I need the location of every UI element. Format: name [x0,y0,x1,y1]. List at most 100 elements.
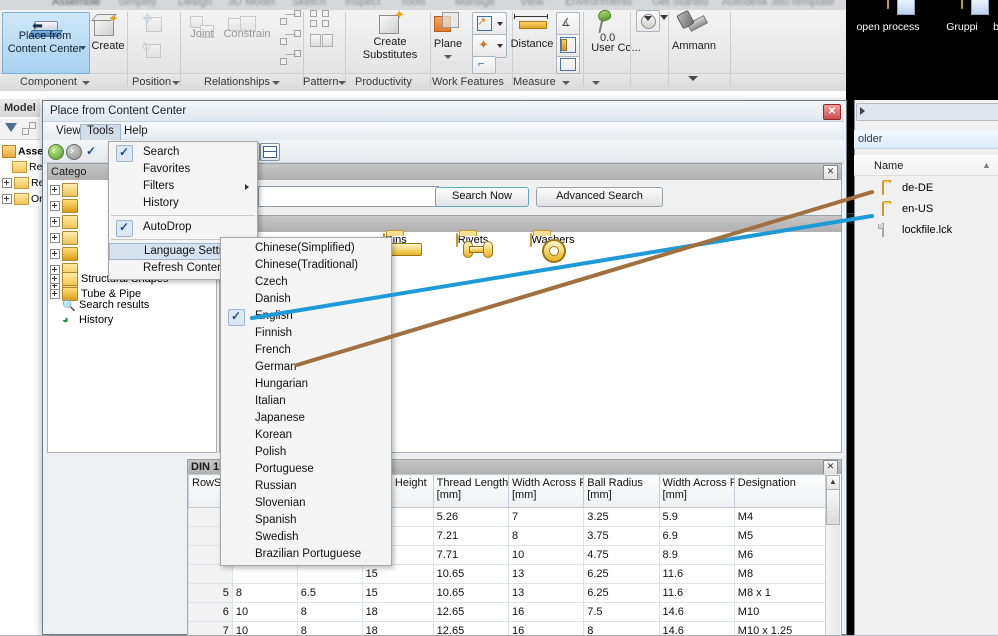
table-cell[interactable]: 14.6 [659,603,734,622]
table-cell[interactable]: 13 [508,565,583,584]
area-measure-button[interactable] [556,34,580,58]
language-option-czech[interactable]: Czech [221,274,391,291]
item-tile-washers[interactable]: Washers [512,234,592,246]
chevron-down-icon[interactable] [660,15,668,20]
table-cell[interactable]: 18 [362,603,433,622]
table-cell[interactable]: 16 [508,622,583,636]
expand-icon[interactable] [50,185,60,195]
table-cell[interactable]: 6.25 [584,584,659,603]
ucs-button[interactable]: ⌐ [472,56,496,74]
table-cell[interactable]: 7.5 [584,603,659,622]
expand-icon[interactable] [50,201,60,211]
table-cell[interactable]: 13 [508,584,583,603]
tab-view[interactable]: View [520,0,544,8]
language-option-hungarian[interactable]: Hungarian [221,376,391,393]
tree-item-origin[interactable]: Or [2,193,43,205]
check-icon[interactable]: ✓ [86,144,96,158]
table-row[interactable]: 71081812.6516814.6M10 x 1.25 [189,622,829,636]
table-cell[interactable]: 3.25 [584,508,659,527]
menu-item-favorites[interactable]: Favorites [109,161,257,178]
volume-measure-button[interactable] [556,56,580,74]
language-option-russian[interactable]: Russian [221,478,391,495]
expand-icon[interactable] [50,289,60,299]
expand-icon[interactable] [2,178,12,188]
language-option-korean[interactable]: Korean [221,427,391,444]
category-item-history[interactable]: ◕History [62,314,113,326]
table-cell[interactable]: 11.6 [659,584,734,603]
chevron-down-icon[interactable] [172,81,180,85]
table-cell[interactable]: M5 [734,527,828,546]
table-cell[interactable]: 15 [362,565,433,584]
table-cell[interactable]: 10.65 [433,584,508,603]
chevron-down-icon[interactable] [592,81,600,85]
table-cell[interactable]: 12.65 [433,622,508,636]
table-row[interactable]: 1510.65136.2511.6M8 [189,565,829,584]
language-option-french[interactable]: French [221,342,391,359]
chevron-down-icon[interactable] [338,81,346,85]
back-icon[interactable]: ‹ [48,144,64,160]
category-item[interactable] [50,183,81,197]
table-cell[interactable]: M6 [734,546,828,565]
expand-icon[interactable] [2,194,12,204]
tab-manage[interactable]: Manage [455,0,495,8]
menu-item-filters[interactable]: Filters [109,178,257,195]
expand-icon[interactable] [50,217,60,227]
point-button[interactable]: ✦ [472,34,496,58]
table-cell[interactable]: 7 [508,508,583,527]
table-column-header[interactable]: Ball Radius[mm] [584,475,659,508]
table-cell[interactable]: 18 [362,622,433,636]
table-cell[interactable]: 5.26 [433,508,508,527]
language-option-danish[interactable]: Danish [221,291,391,308]
search-now-button[interactable]: Search Now [435,187,529,207]
table-cell[interactable]: M10 x 1.25 [734,622,828,636]
point-dropdown[interactable] [495,34,507,58]
scroll-up-icon[interactable]: ▲ [826,475,840,490]
table-cell[interactable]: 5.9 [659,508,734,527]
language-option-spanish[interactable]: Spanish [221,512,391,529]
language-option-slovenian[interactable]: Slovenian [221,495,391,512]
category-item-search-results[interactable]: 🔍Search results [62,299,149,311]
table-cell[interactable]: 11.6 [659,565,734,584]
table-cell[interactable]: 8.9 [659,546,734,565]
table-cell[interactable]: 8 [584,622,659,636]
distance-label[interactable]: Distance [508,38,556,50]
forward-icon[interactable]: › [66,144,82,160]
language-option-brazilian-portuguese[interactable]: Brazilian Portuguese [221,546,391,563]
tab-simplify[interactable]: Simplify [118,0,157,8]
table-cell[interactable]: 6 [189,603,233,622]
menu-item-history[interactable]: History [109,195,257,212]
table-cell[interactable]: 8 [297,603,362,622]
item-tile-rivets[interactable]: Rivets [432,234,512,246]
list-item[interactable]: lockfile.lck [862,222,994,241]
expand-icon[interactable] [50,233,60,243]
table-cell[interactable]: 12.65 [433,603,508,622]
table-column-header[interactable]: Width Across Fla[mm] [659,475,734,508]
tree-item-representations[interactable]: Re [12,161,42,173]
language-option-japanese[interactable]: Japanese [221,410,391,427]
plugin-dropdown-button[interactable] [636,10,660,32]
table-cell[interactable]: 8 [297,622,362,636]
table-cell[interactable]: 3.75 [584,527,659,546]
menu-help[interactable]: Help [118,124,154,140]
table-cell[interactable]: M8 [734,565,828,584]
chevron-down-icon[interactable] [82,81,90,85]
search-input[interactable] [258,186,439,207]
table-column-header[interactable]: Designation [734,475,828,508]
table-cell[interactable]: 4.75 [584,546,659,565]
axis-dropdown[interactable] [495,12,507,36]
table-cell[interactable]: 6.9 [659,527,734,546]
language-option-finnish[interactable]: Finnish [221,325,391,342]
view-rows-button[interactable] [260,143,280,161]
table-cell[interactable]: 5 [189,584,233,603]
table-cell[interactable]: 6.5 [297,584,362,603]
language-option-german[interactable]: German [221,359,391,376]
language-option-polish[interactable]: Polish [221,444,391,461]
chevron-down-icon[interactable] [444,55,452,59]
table-cell[interactable] [232,565,297,584]
table-cell[interactable]: M10 [734,603,828,622]
table-row[interactable]: 586.51510.65136.2511.6M8 x 1 [189,584,829,603]
chevron-down-icon[interactable] [688,76,698,81]
language-option-english[interactable]: ✓English [221,308,391,325]
desktop-icon-open-process[interactable]: open process [852,0,924,33]
category-item[interactable] [50,199,81,213]
